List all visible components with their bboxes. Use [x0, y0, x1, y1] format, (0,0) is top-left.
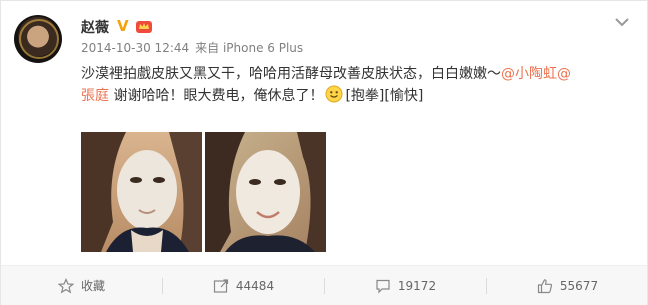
emoticon-tag-happy: [愉快] — [384, 88, 424, 104]
action-bar: 收藏 44484 19172 55677 — [1, 265, 647, 305]
post-text-line1: 沙漠裡拍戲皮肤又黑又干，哈哈用活酵母改善皮肤状态，白白嫩嫩～ — [81, 66, 501, 82]
like-count: 55677 — [559, 278, 599, 293]
repost-icon — [213, 278, 229, 293]
post-photo-2[interactable] — [205, 132, 326, 252]
smile-emoji-icon — [325, 85, 343, 103]
mention-link[interactable]: @小陶虹 — [501, 66, 557, 82]
star-icon — [57, 277, 74, 293]
favorite-label: 收藏 — [80, 279, 105, 293]
member-crown-icon — [136, 21, 152, 33]
repost-button[interactable]: 44484 — [163, 266, 324, 305]
post-text: 沙漠裡拍戲皮肤又黑又干，哈哈用活酵母改善皮肤状态，白白嫩嫩～@小陶虹@ 張庭 谢… — [81, 63, 621, 107]
repost-count: 44484 — [235, 278, 275, 293]
thumbs-up-icon — [537, 278, 552, 293]
verified-badge-icon: V — [117, 17, 129, 35]
chevron-down-icon[interactable] — [613, 15, 631, 29]
post-text-line2: 谢谢哈哈！眼大费电，俺休息了！ — [109, 88, 324, 104]
favorite-button[interactable]: 收藏 — [1, 266, 162, 305]
mention-at[interactable]: @ — [557, 66, 571, 82]
mention-link-2[interactable]: 張庭 — [81, 88, 109, 104]
emoticon-tag-fist: [抱拳] — [345, 88, 385, 104]
comment-button[interactable]: 19172 — [325, 266, 486, 305]
post-photo-1[interactable] — [81, 132, 202, 252]
like-button[interactable]: 55677 — [487, 266, 648, 305]
post-source: 来自 iPhone 6 Plus — [195, 41, 304, 55]
username-link[interactable]: 赵薇 — [81, 17, 109, 37]
comment-icon — [376, 279, 390, 293]
user-avatar[interactable] — [14, 15, 62, 63]
post-meta: 2014-10-30 12:44 来自 iPhone 6 Plus — [81, 39, 309, 56]
post-time-link[interactable]: 2014-10-30 12:44 — [81, 41, 189, 55]
comment-count: 19172 — [397, 278, 437, 293]
weibo-card: 赵薇 V 2014-10-30 12:44 来自 iPhone 6 Plus 沙漠… — [0, 0, 648, 305]
